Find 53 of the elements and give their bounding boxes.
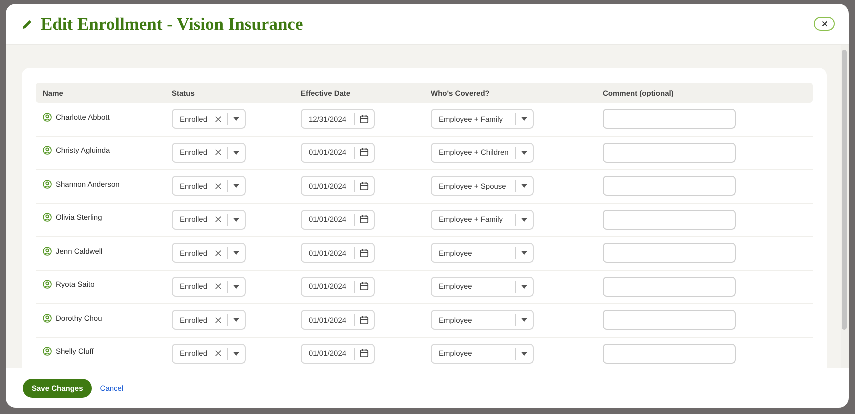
clear-icon	[215, 250, 222, 257]
calendar-icon	[360, 215, 369, 224]
calendar-icon	[360, 248, 369, 258]
close-icon	[822, 21, 828, 27]
caret-icon	[233, 318, 240, 322]
close-button[interactable]	[814, 17, 835, 31]
caret-icon	[233, 284, 240, 289]
caret-icon	[521, 117, 528, 122]
caret-icon	[521, 218, 528, 222]
caret-icon	[233, 117, 240, 122]
clear-icon	[215, 216, 222, 224]
user-icon	[43, 280, 52, 290]
comment-field[interactable]	[603, 142, 736, 163]
user-icon	[43, 180, 52, 189]
comment-field[interactable]	[603, 243, 736, 264]
clear-icon	[215, 350, 222, 358]
user-icon	[43, 314, 52, 323]
pencil-icon	[22, 18, 33, 30]
caret-icon	[521, 150, 528, 155]
caret-icon	[233, 251, 240, 256]
clear-icon	[215, 149, 222, 156]
calendar-icon	[360, 316, 369, 325]
user-icon	[43, 146, 52, 156]
comment-field[interactable]	[603, 210, 736, 230]
user-icon	[43, 246, 52, 256]
clear-icon	[215, 316, 222, 324]
comment-field[interactable]	[603, 344, 736, 364]
clear-icon	[215, 182, 222, 190]
calendar-icon	[360, 349, 369, 358]
calendar-icon	[360, 148, 369, 158]
user-icon	[43, 213, 52, 222]
caret-icon	[233, 352, 240, 356]
caret-icon	[521, 184, 528, 188]
clear-icon	[215, 116, 222, 123]
calendar-icon	[360, 282, 369, 292]
comment-field[interactable]	[603, 310, 736, 330]
comment-field[interactable]	[603, 276, 736, 297]
caret-icon	[233, 150, 240, 155]
caret-icon	[521, 318, 528, 322]
caret-icon	[521, 352, 528, 356]
caret-icon	[233, 218, 240, 222]
calendar-icon	[360, 114, 369, 124]
clear-icon	[215, 283, 222, 290]
dialog-title: Edit Enrollment - Vision Insurance	[41, 14, 304, 34]
user-icon	[43, 112, 52, 122]
comment-field[interactable]	[603, 109, 736, 130]
calendar-icon	[360, 182, 369, 191]
caret-icon	[233, 184, 240, 188]
comment-field[interactable]	[603, 176, 736, 196]
caret-icon	[521, 284, 528, 289]
user-icon	[43, 347, 52, 356]
scrollbar[interactable]	[842, 50, 847, 330]
caret-icon	[521, 251, 528, 256]
